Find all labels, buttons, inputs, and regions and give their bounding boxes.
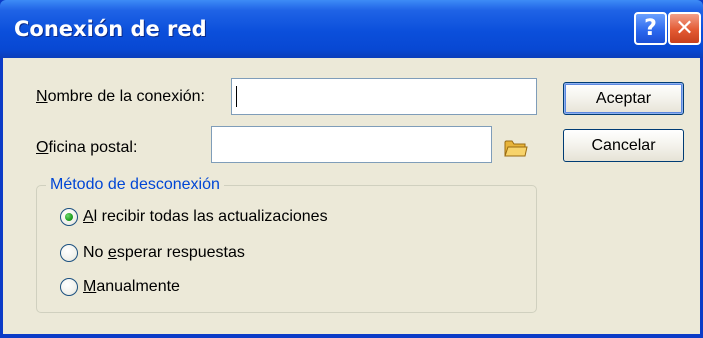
radio-on-all-updates[interactable]: Al recibir todas las actualizaciones — [60, 206, 328, 228]
close-icon: ✕ — [675, 15, 694, 41]
help-button[interactable]: ? — [634, 12, 667, 45]
text-caret — [236, 86, 237, 107]
radio-label: Manualmente — [83, 278, 180, 295]
connection-name-input[interactable] — [231, 78, 537, 115]
cancel-button[interactable]: Cancelar — [563, 129, 684, 162]
radio-manually[interactable]: Manualmente — [60, 276, 180, 298]
ok-button[interactable]: Aceptar — [563, 82, 684, 115]
radio-label: Al recibir todas las actualizaciones — [83, 208, 328, 225]
post-office-label: Oficina postal: — [36, 139, 138, 156]
radio-dot-icon — [65, 213, 73, 221]
radio-button[interactable] — [60, 278, 78, 296]
dialog-body: Nombre de la conexión: Oficina postal: A… — [3, 58, 700, 334]
window-title: Conexión de red — [14, 17, 207, 41]
radio-no-wait-replies[interactable]: No esperar respuestas — [60, 242, 245, 264]
folder-icon[interactable] — [504, 138, 528, 163]
radio-button[interactable] — [60, 244, 78, 262]
help-icon: ? — [644, 15, 657, 41]
dialog-window: Conexión de red ? ✕ Nombre de la conexió… — [0, 0, 703, 338]
post-office-input[interactable] — [211, 126, 492, 163]
radio-button-selected[interactable] — [60, 208, 78, 226]
connection-name-label: Nombre de la conexión: — [36, 88, 205, 105]
disconnect-method-legend: Método de desconexión — [46, 176, 224, 194]
title-bar[interactable]: Conexión de red ? ✕ — [0, 0, 703, 58]
radio-label: No esperar respuestas — [83, 244, 245, 261]
close-button[interactable]: ✕ — [668, 12, 701, 45]
